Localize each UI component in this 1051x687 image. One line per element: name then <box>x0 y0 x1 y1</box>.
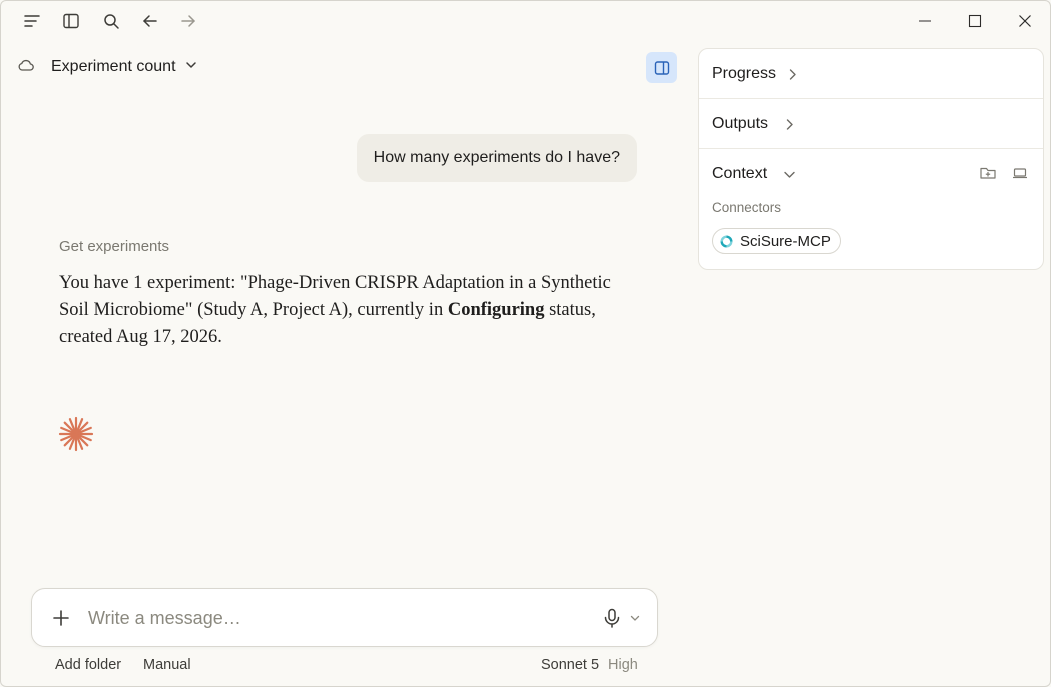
search-icon[interactable] <box>97 7 125 35</box>
maximize-icon[interactable] <box>952 5 998 37</box>
chat-header[interactable]: Experiment count <box>17 53 198 81</box>
chat-title[interactable]: Experiment count <box>51 58 176 76</box>
sidebar-icon[interactable] <box>57 7 85 35</box>
context-section[interactable]: Context <box>699 149 1043 199</box>
effort-selector[interactable]: High <box>608 657 638 673</box>
connectors-label: Connectors <box>712 200 782 215</box>
model-selector[interactable]: Sonnet 5 <box>541 657 599 673</box>
progress-section[interactable]: Progress <box>699 49 1043 99</box>
side-panel: Progress Outputs Context Connectors SciS… <box>698 48 1044 270</box>
add-folder-button[interactable]: Add folder <box>55 657 121 673</box>
plus-icon[interactable] <box>50 607 72 629</box>
spark-icon <box>58 416 94 452</box>
arrow-left-icon[interactable] <box>136 7 164 35</box>
tool-call-label[interactable]: Get experiments <box>59 238 169 255</box>
close-icon[interactable] <box>1002 5 1048 37</box>
cloud-icon <box>17 56 35 79</box>
chevron-down-icon[interactable] <box>629 612 641 624</box>
minimize-icon[interactable] <box>902 5 948 37</box>
progress-label: Progress <box>712 65 777 82</box>
title-bar <box>1 1 1050 41</box>
mode-selector[interactable]: Manual <box>143 657 191 673</box>
outputs-section[interactable]: Outputs <box>699 99 1043 149</box>
menu-icon[interactable] <box>18 7 46 35</box>
assistant-message: You have 1 experiment: "Phage-Driven CRI… <box>59 270 619 351</box>
context-label: Context <box>712 165 768 182</box>
chevron-right-icon <box>786 119 793 130</box>
outputs-label: Outputs <box>712 115 769 132</box>
chevron-right-icon <box>789 69 796 80</box>
answer-bold-status: Configuring <box>447 300 545 320</box>
chevron-down-icon <box>784 171 795 178</box>
connector-chip[interactable]: SciSure-MCP <box>712 228 841 254</box>
chevron-down-icon[interactable] <box>184 58 198 77</box>
connector-name: SciSure-MCP <box>740 232 831 250</box>
laptop-icon[interactable] <box>1011 164 1029 182</box>
connector-icon <box>720 235 733 247</box>
message-composer <box>31 588 658 647</box>
message-input[interactable] <box>88 603 568 633</box>
app-window: Experiment count How many experiments do… <box>0 0 1051 687</box>
arrow-right-icon[interactable] <box>174 7 202 35</box>
user-message: How many experiments do I have? <box>356 134 637 182</box>
panel-toggle-button[interactable] <box>646 52 677 83</box>
folder-add-icon[interactable] <box>979 164 997 182</box>
microphone-icon[interactable] <box>601 607 623 629</box>
panel-right-icon <box>654 60 669 75</box>
